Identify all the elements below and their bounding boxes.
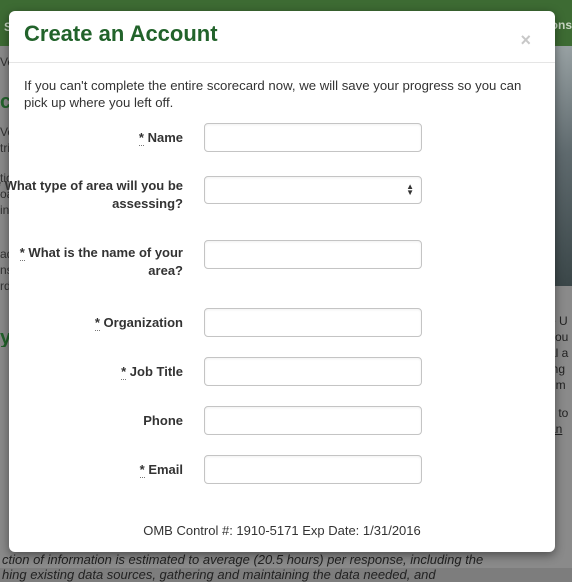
modal-header: Create an Account × (9, 11, 555, 63)
area-type-select[interactable]: ▲ ▼ (204, 176, 422, 204)
create-account-modal: Create an Account × If you can't complet… (0, 11, 555, 552)
required-marker: * (139, 462, 145, 478)
name-input[interactable] (204, 123, 422, 152)
bg-line: ction of information is estimated to ave… (2, 552, 484, 567)
bg-fragment: ct (0, 94, 9, 111)
organization-label: * Organization (0, 314, 183, 332)
bg-fragment: Ve (0, 55, 9, 69)
intro-text: If you can't complete the entire scoreca… (24, 78, 522, 110)
background-left-text: Ve ct Ve tri tic oa in ad ns rd y (0, 46, 9, 568)
background-bottom-text: ction of information is estimated to ave… (0, 552, 572, 582)
required-marker: * (138, 130, 144, 146)
required-marker: * (94, 315, 100, 331)
job-title-input[interactable] (204, 357, 422, 386)
phone-input[interactable] (204, 406, 422, 435)
area-type-label-text: What type of area will you be assessing? (4, 178, 183, 211)
email-input[interactable] (204, 455, 422, 484)
area-type-label: * What type of area will you be assessin… (0, 177, 183, 213)
required-marker: * (121, 364, 127, 380)
organization-label-text: Organization (103, 315, 183, 330)
name-label-text: Name (147, 130, 183, 145)
email-label: * Email (0, 461, 183, 479)
phone-label: Phone (0, 412, 183, 430)
email-label-text: Email (148, 462, 183, 477)
required-marker: * (19, 245, 25, 261)
close-icon[interactable]: × (520, 31, 531, 49)
area-name-label: * What is the name of your area? (0, 244, 183, 280)
omb-control-text: OMB Control #: 1910-5171 Exp Date: 1/31/… (143, 523, 421, 538)
select-arrows-icon: ▲ ▼ (406, 182, 414, 197)
bg-line: hing existing data sources, gathering an… (2, 567, 436, 582)
area-name-label-text: What is the name of your area? (28, 245, 183, 278)
organization-input[interactable] (204, 308, 422, 337)
background-right-text: e U cou al a ing nm s to an (549, 46, 572, 568)
area-name-input[interactable] (204, 240, 422, 269)
modal-title: Create an Account (24, 21, 218, 46)
name-label: * Name (0, 129, 183, 147)
phone-label-text: Phone (143, 413, 183, 428)
bg-fragment: y (0, 330, 9, 347)
required-marker: * (0, 178, 1, 194)
bg-fragment: rd (0, 279, 9, 293)
job-title-label-text: Job Title (129, 364, 183, 379)
job-title-label: * Job Title (0, 363, 183, 381)
